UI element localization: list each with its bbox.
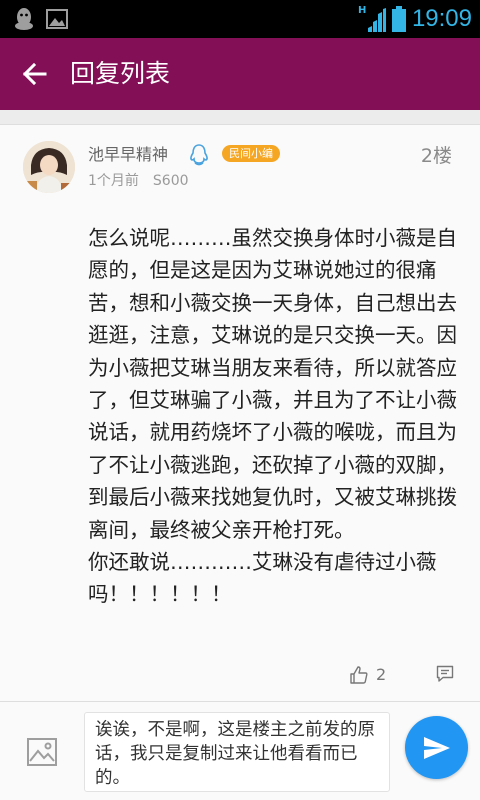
user-badge: 民间小编 <box>222 145 280 162</box>
send-button[interactable] <box>405 716 468 779</box>
reply-input[interactable]: 诶诶，不是啊，这是楼主之前发的原话，我只是复制过来让他看看而已的。 <box>84 712 390 792</box>
post-device: S600 <box>152 173 189 189</box>
page-title: 回复列表 <box>70 59 171 88</box>
image-icon <box>46 9 68 29</box>
reply-card: 池早早精神 民间小编 2楼 1个月前 S600 怎么说呢………虽然交换身体时小薇是… <box>0 124 480 702</box>
like-count: 2 <box>376 665 387 684</box>
signal-icon: H <box>358 4 386 34</box>
comment-button[interactable] <box>436 665 454 687</box>
like-button[interactable]: 2 <box>350 665 386 684</box>
app-bar: 回复列表 <box>0 38 480 110</box>
status-bar-system: H 19:09 <box>358 4 472 34</box>
floor-number: 2楼 <box>420 145 452 167</box>
status-bar-notifications <box>14 7 68 31</box>
arrow-left-icon <box>22 62 47 86</box>
battery-icon <box>391 6 406 32</box>
qq-penguin-icon <box>190 144 208 166</box>
send-icon <box>423 736 450 759</box>
back-button[interactable] <box>16 56 52 92</box>
avatar[interactable] <box>23 141 75 193</box>
username[interactable]: 池早早精神 <box>88 143 168 167</box>
thumbs-up-icon <box>350 665 368 684</box>
insert-image-button[interactable] <box>26 736 58 768</box>
post-meta: 1个月前 S600 <box>88 171 189 191</box>
comment-icon <box>436 665 454 682</box>
clock: 19:09 <box>411 5 472 32</box>
status-bar: H 19:09 <box>0 0 480 38</box>
post-time: 1个月前 <box>88 173 139 189</box>
reply-compose-bar: 诶诶，不是啊，这是楼主之前发的原话，我只是复制过来让他看看而已的。 <box>0 702 480 800</box>
reply-content: 怎么说呢………虽然交换身体时小薇是自愿的，但是这是因为艾琳说她过的很痛苦，想和小… <box>88 226 457 607</box>
image-icon <box>27 738 57 766</box>
qq-penguin-icon <box>15 8 33 30</box>
